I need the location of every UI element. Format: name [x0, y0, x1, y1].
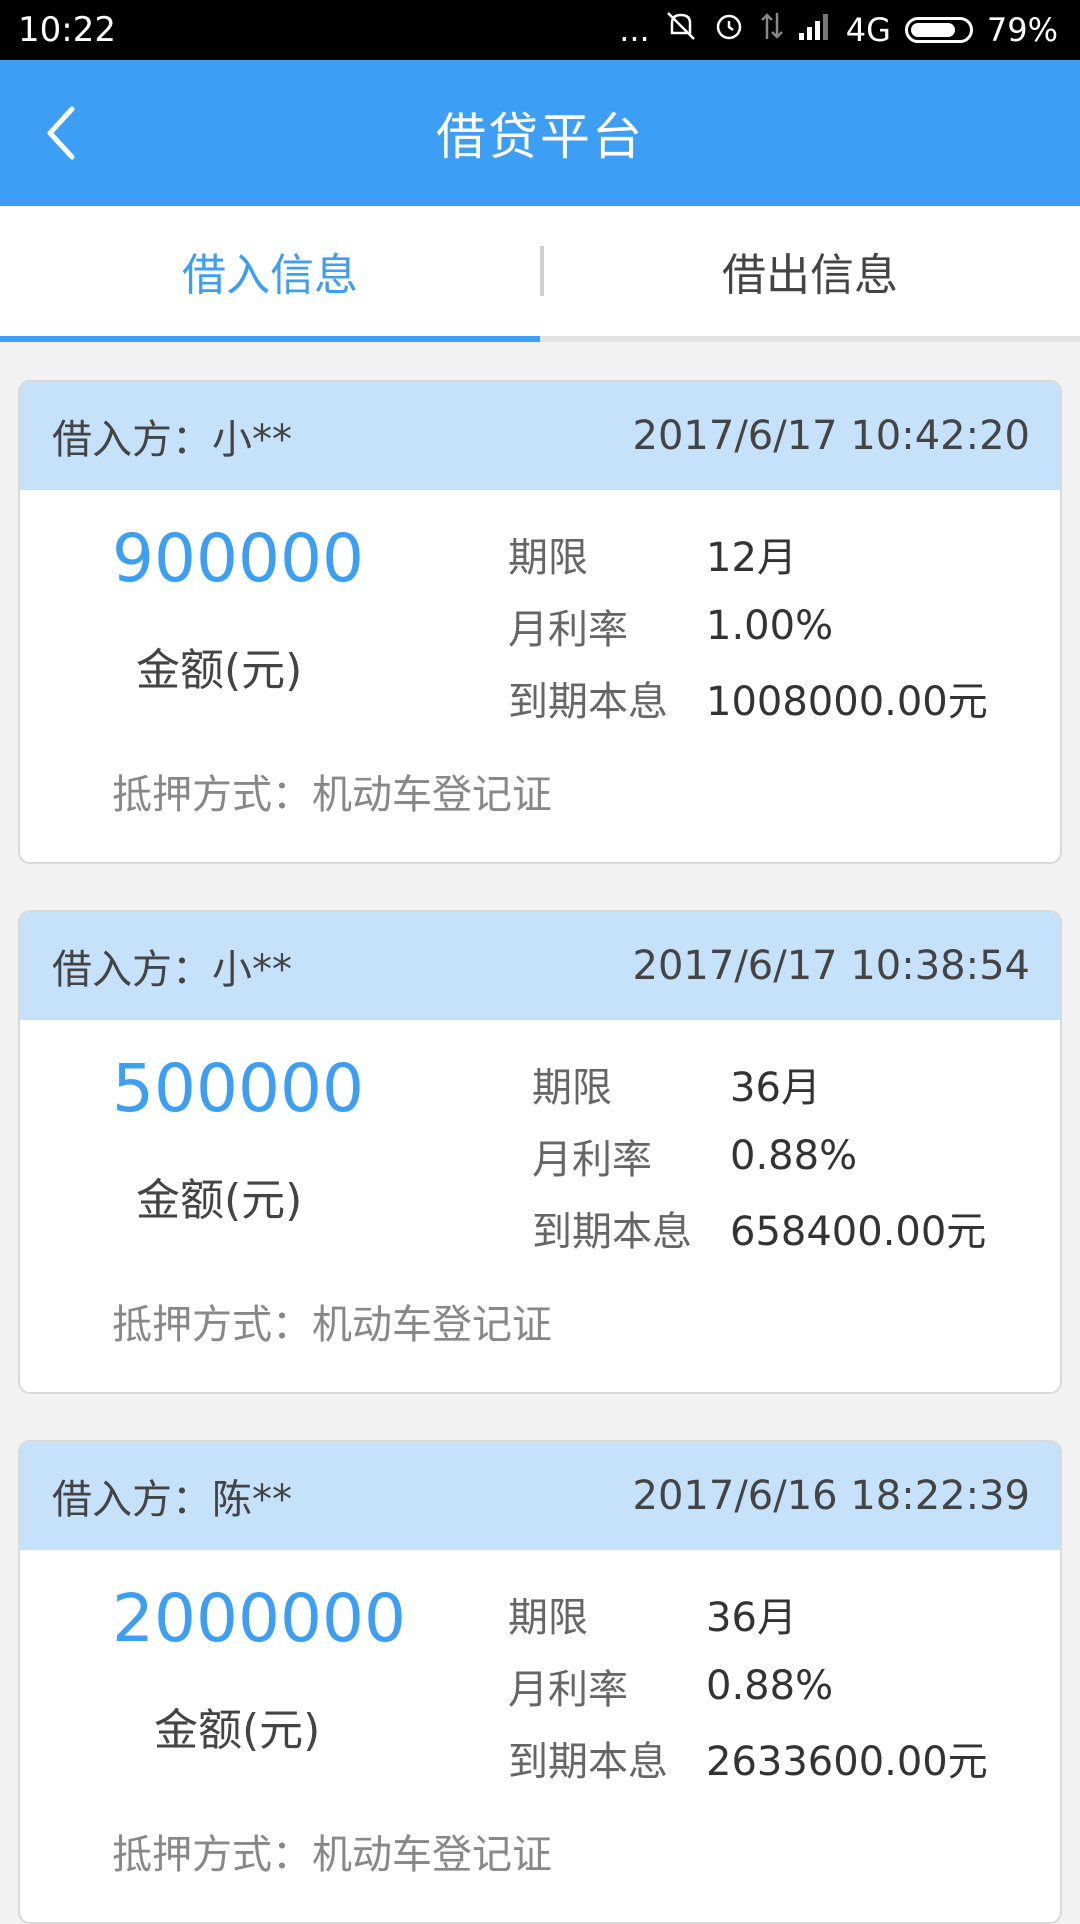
borrower-name: 借入方：陈** [52, 1477, 292, 1523]
term-label: 期限 [532, 1065, 612, 1111]
total-label: 到期本息 [508, 679, 668, 725]
borrower-name: 借入方：小** [52, 417, 292, 463]
loan-card-body: 2000000 金额(元) 期限 36月 月利率 0.88% 到期本息 2633600… [20, 1550, 1060, 1922]
collateral-type: 抵押方式：机动车登记证 [112, 1302, 552, 1348]
tab-borrow-info[interactable]: 借入信息 [0, 206, 540, 342]
loan-amount: 900000 [112, 520, 364, 597]
signal-icon [798, 11, 832, 49]
term-row: 期限 36月 [508, 1578, 988, 1650]
alarm-icon [712, 9, 746, 51]
term-value: 36月 [706, 1595, 797, 1641]
amount-label: 金额(元) [154, 1705, 321, 1756]
rate-row: 月利率 0.88% [508, 1650, 988, 1722]
network-type: 4G [845, 11, 891, 49]
borrower-name: 借入方：小** [52, 947, 292, 993]
total-value: 1008000.00元 [706, 679, 988, 725]
collateral-type: 抵押方式：机动车登记证 [112, 1832, 552, 1878]
collateral-type: 抵押方式：机动车登记证 [112, 772, 552, 818]
rate-label: 月利率 [532, 1137, 652, 1183]
loan-amount: 2000000 [112, 1580, 406, 1657]
back-button[interactable] [30, 93, 90, 173]
total-label: 到期本息 [508, 1739, 668, 1785]
rate-row: 月利率 1.00% [508, 590, 988, 662]
battery-icon [904, 17, 973, 43]
term-label: 期限 [508, 1595, 588, 1641]
total-row: 到期本息 658400.00元 [532, 1192, 986, 1264]
page-title: 借贷平台 [436, 108, 644, 166]
loan-card-body: 500000 金额(元) 期限 36月 月利率 0.88% 到期本息 658400.0… [20, 1020, 1060, 1392]
loan-amount: 500000 [112, 1050, 364, 1127]
loan-card-body: 900000 金额(元) 期限 12月 月利率 1.00% 到期本息 1008000.… [20, 490, 1060, 862]
loan-card[interactable]: 借入方：小** 2017/6/17 10:42:20 900000 金额(元) … [18, 380, 1062, 864]
battery-percent: 79% [986, 11, 1058, 49]
rate-value: 0.88% [706, 1663, 834, 1709]
loan-details: 期限 36月 月利率 0.88% 到期本息 2633600.00元 [508, 1578, 988, 1794]
status-time: 10:22 [18, 10, 116, 50]
loan-datetime: 2017/6/17 10:42:20 [632, 413, 1030, 459]
app-header: 借贷平台 [0, 60, 1080, 206]
rate-value: 1.00% [706, 603, 834, 649]
term-value: 12月 [706, 535, 797, 581]
more-dots: ... [619, 11, 650, 49]
loan-card[interactable]: 借入方：小** 2017/6/17 10:38:54 500000 金额(元) … [18, 910, 1062, 1394]
data-arrows-icon [760, 9, 784, 51]
loan-datetime: 2017/6/17 10:38:54 [632, 943, 1030, 989]
loan-details: 期限 36月 月利率 0.88% 到期本息 658400.00元 [532, 1048, 986, 1264]
amount-label: 金额(元) [136, 1175, 303, 1226]
loan-details: 期限 12月 月利率 1.00% 到期本息 1008000.00元 [508, 518, 988, 734]
rate-row: 月利率 0.88% [532, 1120, 986, 1192]
status-icons: ... 4G 79% [619, 9, 1058, 51]
loan-card-header: 借入方：陈** 2017/6/16 18:22:39 [20, 1442, 1060, 1550]
loan-datetime: 2017/6/16 18:22:39 [632, 1473, 1030, 1519]
term-row: 期限 36月 [532, 1048, 986, 1120]
loan-card[interactable]: 借入方：陈** 2017/6/16 18:22:39 2000000 金额(元)… [18, 1440, 1062, 1924]
mute-icon [664, 9, 698, 51]
total-row: 到期本息 1008000.00元 [508, 662, 988, 734]
term-row: 期限 12月 [508, 518, 988, 590]
total-row: 到期本息 2633600.00元 [508, 1722, 988, 1794]
total-value: 2633600.00元 [706, 1739, 988, 1785]
term-label: 期限 [508, 535, 588, 581]
status-bar: 10:22 ... 4G 79% [0, 0, 1080, 60]
rate-label: 月利率 [508, 1667, 628, 1713]
total-label: 到期本息 [532, 1209, 692, 1255]
term-value: 36月 [730, 1065, 821, 1111]
rate-value: 0.88% [730, 1133, 858, 1179]
loan-card-header: 借入方：小** 2017/6/17 10:42:20 [20, 382, 1060, 490]
chevron-left-icon [47, 106, 75, 160]
tab-bar: 借入信息 借出信息 [0, 206, 1080, 342]
amount-label: 金额(元) [136, 645, 303, 696]
loan-card-header: 借入方：小** 2017/6/17 10:38:54 [20, 912, 1060, 1020]
loan-list: 借入方：小** 2017/6/17 10:42:20 900000 金额(元) … [0, 342, 1080, 1924]
tab-lend-info[interactable]: 借出信息 [540, 206, 1080, 336]
rate-label: 月利率 [508, 607, 628, 653]
total-value: 658400.00元 [730, 1209, 987, 1255]
